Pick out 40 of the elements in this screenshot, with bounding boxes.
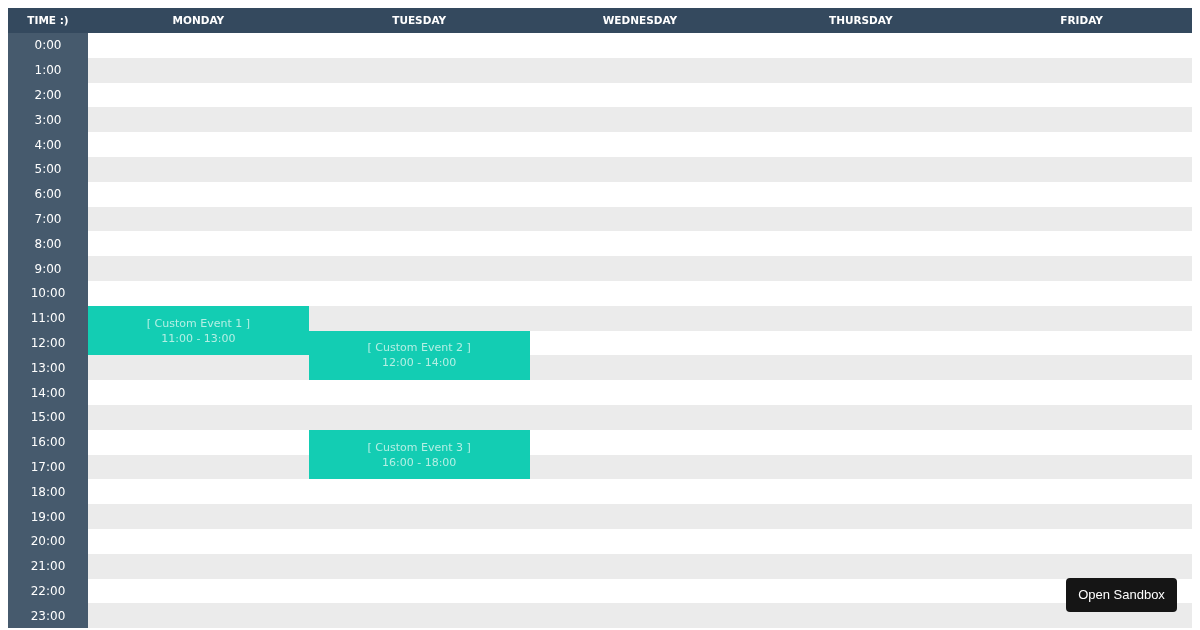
event-title: [ Custom Event 2 ]: [367, 340, 471, 356]
time-label: 17:00: [29, 458, 67, 476]
time-label: 13:00: [29, 359, 67, 377]
time-label: 4:00: [33, 136, 63, 154]
time-label: 7:00: [33, 210, 63, 228]
time-label: 8:00: [33, 235, 63, 253]
time-column-header: TIME :): [26, 12, 70, 28]
time-label: 15:00: [29, 409, 67, 427]
time-label: 14:00: [29, 384, 67, 402]
time-label: 10:00: [29, 285, 67, 303]
event-time: 16:00 - 18:00: [382, 454, 457, 470]
event-title: [ Custom Event 1 ]: [146, 315, 250, 331]
time-label: 2:00: [33, 87, 63, 104]
time-label: 23:00: [29, 607, 67, 625]
time-label: 9:00: [33, 260, 63, 278]
day-header: MONDAY: [171, 12, 226, 28]
event-time: 11:00 - 13:00: [161, 330, 236, 346]
time-label: 1:00: [33, 62, 63, 80]
open-sandbox-button[interactable]: Open Sandbox: [1066, 578, 1177, 612]
event-title: [ Custom Event 3 ]: [367, 439, 471, 455]
time-label: 5:00: [33, 161, 63, 179]
day-header: TUESDAY: [391, 12, 448, 28]
time-label: 21:00: [29, 558, 67, 576]
time-label: 19:00: [29, 508, 67, 526]
time-label: 0:00: [33, 37, 63, 55]
day-header: WEDNESDAY: [601, 12, 679, 28]
event-block[interactable]: [ Custom Event 1 ] 11:00 - 13:00: [88, 305, 309, 356]
day-header: THURSDAY: [828, 12, 894, 28]
time-label: 6:00: [33, 186, 63, 204]
time-label: 3:00: [33, 111, 63, 129]
time-label: 18:00: [29, 483, 67, 501]
time-label: 22:00: [29, 582, 67, 600]
time-label: 20:00: [29, 533, 67, 551]
time-label: 12:00: [29, 334, 67, 352]
time-label: 16:00: [29, 434, 67, 452]
event-block[interactable]: [ Custom Event 3 ] 16:00 - 18:00: [308, 429, 530, 480]
event-time: 12:00 - 14:00: [382, 355, 457, 371]
day-header: FRIDAY: [1059, 12, 1104, 28]
time-label: 11:00: [29, 310, 67, 328]
event-block[interactable]: [ Custom Event 2 ] 12:00 - 14:00: [308, 330, 530, 381]
